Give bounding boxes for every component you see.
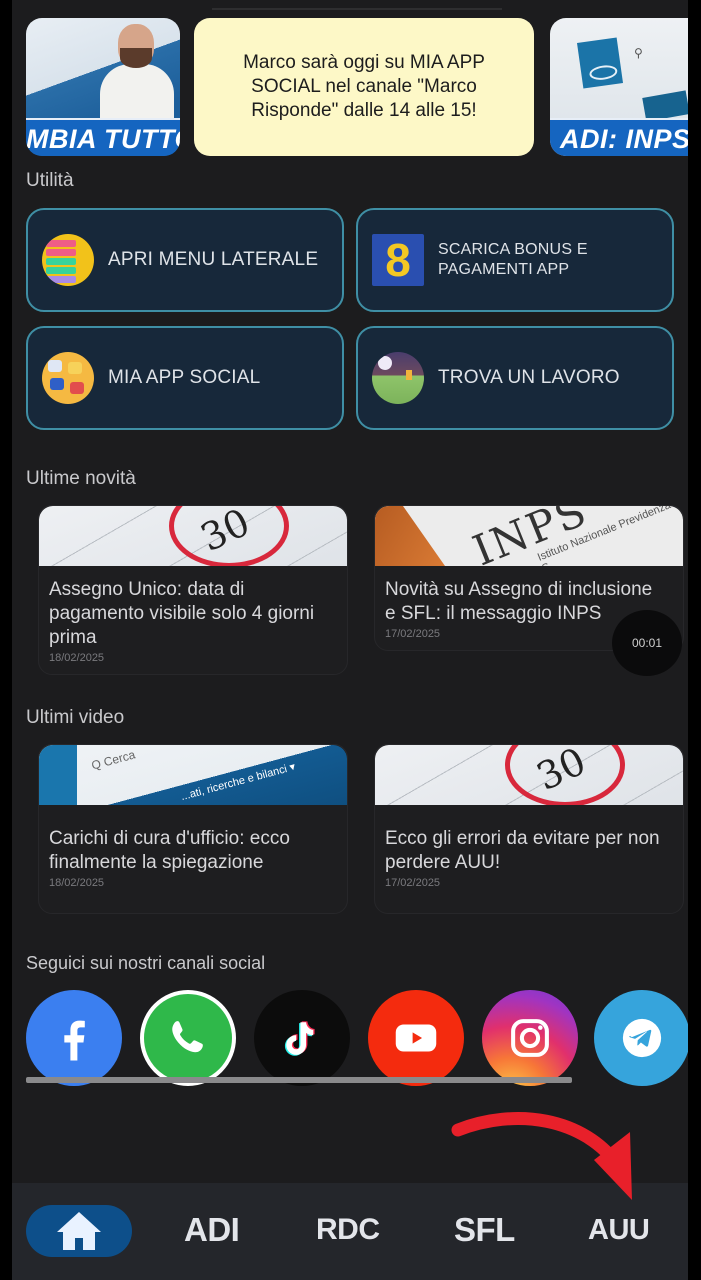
video-thumbnail: 30 (375, 745, 683, 805)
carousel-slide-video[interactable]: MBIA TUTTO (26, 18, 180, 156)
instagram-icon (511, 1019, 549, 1057)
telegram-icon (622, 1018, 662, 1058)
news-thumbnail: 30 (39, 506, 347, 566)
news-title: Assegno Unico: data di pagamento visibil… (49, 579, 315, 648)
video-title: Ecco gli errori da evitare per non perde… (385, 828, 660, 873)
social-links (26, 990, 688, 1090)
slide-banner: MBIA TUTTO (26, 118, 180, 156)
utility-section-title: Utilità (26, 170, 74, 191)
thumb-search-text: Q Cerca (89, 747, 137, 773)
news-section-title: Ultime novità (26, 468, 136, 489)
button-label: SCARICA BONUS E PAGAMENTI APP (438, 241, 588, 278)
nav-sfl-tab[interactable]: SFL (454, 1211, 515, 1249)
nav-auu-tab[interactable]: AUU (588, 1214, 650, 1247)
thumb-decoration (642, 90, 688, 122)
video-date: 18/02/2025 (49, 877, 105, 889)
search-icon: ⚲ (634, 46, 643, 60)
tiktok-icon (284, 1021, 315, 1056)
videos-section-title: Ultimi video (26, 707, 125, 728)
button-label: MIA APP SOCIAL (108, 367, 261, 388)
home-icon (57, 1212, 101, 1250)
button-label: APRI MENU LATERALE (108, 249, 319, 270)
facebook-icon (64, 1020, 85, 1061)
nav-rdc-tab[interactable]: RDC (316, 1213, 380, 1247)
announcement-text: Marco sarà oggi su MIA APP SOCIAL nel ca… (243, 52, 485, 121)
open-side-menu-button[interactable]: APRI MENU LATERALE (26, 208, 344, 312)
inps-logo-icon (39, 745, 77, 805)
presenter-image (96, 24, 176, 128)
top-divider (212, 8, 502, 10)
telegram-link[interactable] (594, 990, 688, 1086)
inps-logo-icon (576, 37, 624, 89)
download-bonus-app-button[interactable]: 8 SCARICA BONUS E PAGAMENTI APP (356, 208, 674, 312)
video-card[interactable]: 30 Ecco gli errori da evitare per non pe… (374, 744, 684, 914)
button-label: TROVA UN LAVORO (438, 367, 620, 388)
youtube-link[interactable] (368, 990, 464, 1086)
carousel-slide-adi[interactable]: ⚲ ADI: INPS (550, 18, 688, 156)
news-thumbnail: INPS Istituto Nazionale Previdenza S (375, 506, 683, 566)
my-social-app-button[interactable]: MIA APP SOCIAL (26, 326, 344, 430)
job-search-icon (372, 352, 424, 404)
social-apps-icon (42, 352, 94, 404)
slide-banner: ADI: INPS (550, 118, 688, 156)
menu-list-icon (42, 234, 94, 286)
youtube-icon (395, 1024, 437, 1052)
app-screen: MBIA TUTTO Marco sarà oggi su MIA APP SO… (12, 0, 688, 1280)
facebook-link[interactable] (26, 990, 122, 1086)
tiktok-link[interactable] (254, 990, 350, 1086)
video-card[interactable]: Q Cerca ...ati, ricerche e bilanci ▾ Car… (38, 744, 348, 914)
thumb-text: ...ati, ricerche e bilanci ▾ (179, 760, 297, 804)
news-date: 18/02/2025 (49, 652, 105, 664)
news-card[interactable]: 30 Assegno Unico: data di pagamento visi… (38, 505, 348, 675)
instagram-link[interactable] (482, 990, 578, 1086)
bottom-navigation: ADI RDC SFL AUU (12, 1183, 688, 1280)
whatsapp-link[interactable] (140, 990, 236, 1086)
video-timer-overlay: 00:01 (612, 610, 682, 676)
video-title: Carichi di cura d'ufficio: ecco finalmen… (49, 828, 290, 873)
video-date: 17/02/2025 (385, 877, 441, 889)
video-thumbnail: Q Cerca ...ati, ricerche e bilanci ▾ (39, 745, 347, 805)
social-section-title: Seguici sui nostri canali social (26, 953, 266, 973)
nav-home-button[interactable] (26, 1205, 132, 1257)
find-job-button[interactable]: TROVA UN LAVORO (356, 326, 674, 430)
nav-adi-tab[interactable]: ADI (184, 1211, 240, 1249)
promo-carousel[interactable]: MBIA TUTTO Marco sarà oggi su MIA APP SO… (26, 18, 688, 158)
social-scrollbar[interactable] (26, 1077, 572, 1083)
carousel-slide-announcement[interactable]: Marco sarà oggi su MIA APP SOCIAL nel ca… (194, 18, 534, 156)
whatsapp-icon (172, 1021, 203, 1053)
bonus-app-icon: 8 (372, 234, 424, 286)
